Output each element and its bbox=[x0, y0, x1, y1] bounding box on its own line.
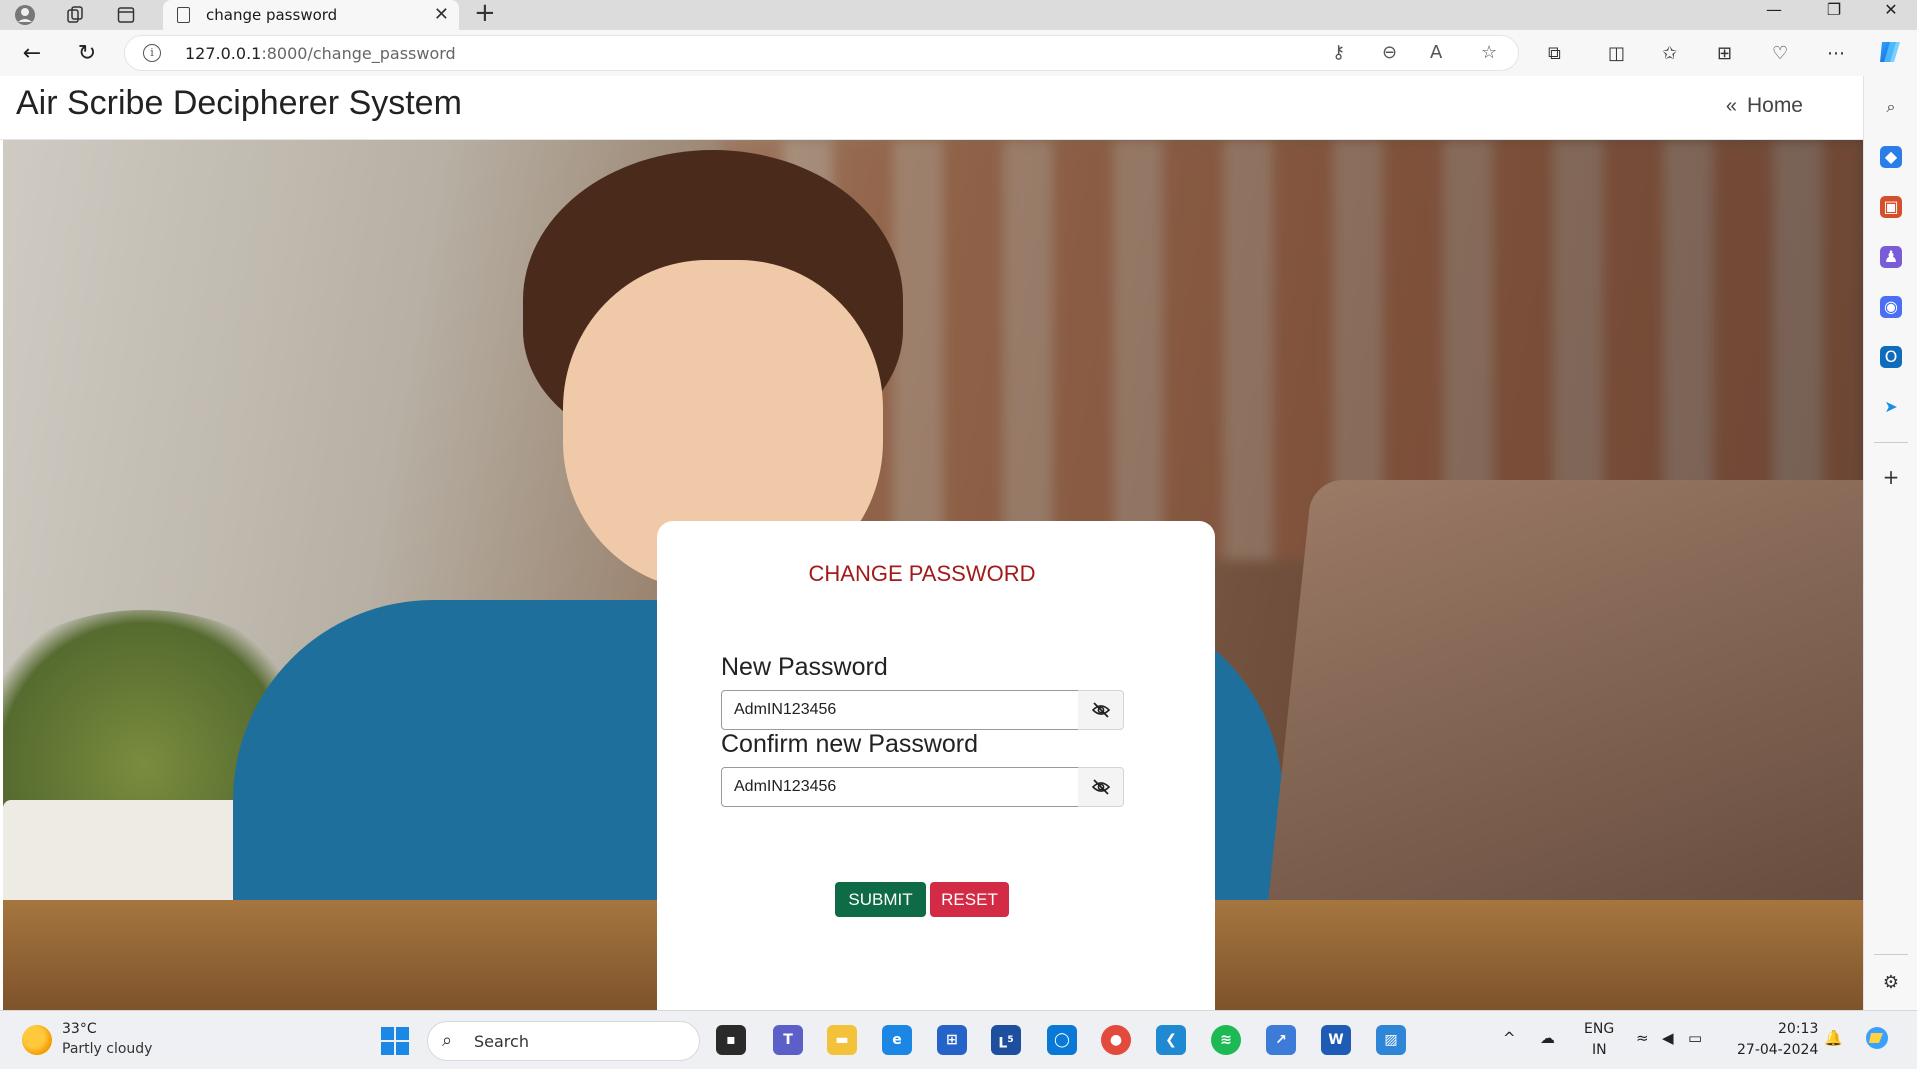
weather-temperature[interactable]: 33°C bbox=[62, 1021, 97, 1037]
copilot-icon[interactable] bbox=[1876, 38, 1904, 71]
zoom-icon[interactable]: ⊖ bbox=[1382, 42, 1397, 63]
more-menu-icon[interactable]: ⋯ bbox=[1827, 43, 1845, 64]
background-photo: CHANGE PASSWORD New Password Confirm new… bbox=[3, 140, 1863, 1010]
double-chevron-left-icon: « bbox=[1725, 95, 1737, 117]
search-icon: ⌕ bbox=[442, 1030, 453, 1051]
linkedin-app-icon[interactable]: L5 bbox=[991, 1025, 1021, 1055]
sidebar-settings-gear-icon[interactable]: ⚙ bbox=[1880, 972, 1902, 994]
show-hidden-icons-chevron[interactable]: ^ bbox=[1503, 1029, 1516, 1047]
power-automate-icon[interactable]: ↗ bbox=[1266, 1025, 1296, 1055]
chrome-icon[interactable]: ● bbox=[1101, 1025, 1131, 1055]
edge-browser-icon[interactable]: e bbox=[882, 1025, 912, 1055]
weather-description[interactable]: Partly cloudy bbox=[62, 1041, 152, 1057]
favorite-star-icon[interactable]: ☆ bbox=[1481, 42, 1497, 63]
eye-slash-icon bbox=[1091, 702, 1110, 718]
split-screen-icon[interactable]: ◫ bbox=[1608, 43, 1625, 64]
sidebar-divider bbox=[1874, 442, 1908, 443]
web-page: Air Scribe Decipherer System « Home CHANG… bbox=[0, 76, 1863, 1010]
outlook-icon[interactable]: O bbox=[1880, 346, 1902, 368]
restore-button[interactable]: ❐ bbox=[1809, 0, 1859, 24]
wifi-icon[interactable]: ≈ bbox=[1636, 1029, 1649, 1047]
close-window-button[interactable]: ✕ bbox=[1866, 0, 1916, 24]
collections-icon[interactable]: ⊞ bbox=[1717, 43, 1732, 64]
confirm-password-label: Confirm new Password bbox=[721, 730, 979, 758]
minimize-button[interactable]: — bbox=[1749, 0, 1799, 24]
workspaces-icon[interactable] bbox=[62, 2, 88, 28]
password-key-icon[interactable]: ⚷ bbox=[1332, 42, 1345, 63]
browser-sidebar: ⌕ ◆ ▣ ♟ ◉ O ➤ + ⚙ bbox=[1863, 76, 1917, 1010]
home-label: Home bbox=[1746, 94, 1803, 117]
battery-icon[interactable]: ▭ bbox=[1688, 1029, 1702, 1047]
eye-slash-icon bbox=[1091, 779, 1110, 795]
notification-bell-icon[interactable]: 🔔 bbox=[1824, 1029, 1843, 1047]
sidebar-divider bbox=[1874, 954, 1908, 955]
address-bar[interactable]: i 127.0.0.1:8000/change_password ⚷ ⊖ A ☆ bbox=[124, 35, 1519, 71]
tools-briefcase-icon[interactable]: ▣ bbox=[1880, 196, 1902, 218]
games-icon[interactable]: ♟ bbox=[1880, 246, 1902, 268]
site-brand[interactable]: Air Scribe Decipherer System bbox=[16, 84, 462, 123]
onedrive-icon[interactable]: ☁ bbox=[1540, 1029, 1555, 1047]
change-password-card: CHANGE PASSWORD New Password Confirm new… bbox=[657, 521, 1215, 1010]
camera-app-icon[interactable]: ◯ bbox=[1047, 1025, 1077, 1055]
windows-start-icon[interactable] bbox=[381, 1027, 409, 1055]
search-icon[interactable]: ⌕ bbox=[1880, 96, 1902, 118]
new-password-label: New Password bbox=[721, 653, 888, 681]
language-region[interactable]: IN bbox=[1592, 1042, 1607, 1058]
add-sidebar-app-icon[interactable]: + bbox=[1880, 466, 1902, 488]
taskbar-search[interactable]: ⌕ Search bbox=[427, 1021, 700, 1061]
browser-essentials-icon[interactable]: ♡ bbox=[1772, 43, 1788, 64]
tab-title: change password bbox=[206, 6, 338, 24]
toggle-new-password-visibility[interactable] bbox=[1078, 690, 1124, 730]
copilot-preview-icon[interactable] bbox=[1864, 1025, 1890, 1055]
microsoft-store-icon[interactable]: ⊞ bbox=[937, 1025, 967, 1055]
favorites-icon[interactable]: ✩ bbox=[1662, 43, 1677, 64]
clock-time[interactable]: 20:13 bbox=[1778, 1021, 1818, 1037]
drop-send-icon[interactable]: ➤ bbox=[1880, 396, 1902, 418]
word-icon[interactable]: W bbox=[1321, 1025, 1351, 1055]
language-code[interactable]: ENG bbox=[1584, 1021, 1614, 1037]
read-aloud-icon[interactable]: A bbox=[1430, 42, 1442, 63]
clock-date[interactable]: 27-04-2024 bbox=[1737, 1042, 1818, 1058]
volume-icon[interactable]: ◀ bbox=[1662, 1029, 1674, 1047]
teams-icon[interactable]: T bbox=[773, 1025, 803, 1055]
submit-button[interactable]: SUBMIT bbox=[835, 882, 926, 917]
close-tab-icon[interactable]: ✕ bbox=[434, 4, 449, 25]
tab-change-password[interactable]: change password ✕ bbox=[163, 0, 459, 30]
back-button[interactable]: ← bbox=[16, 37, 48, 69]
refresh-button[interactable]: ↻ bbox=[71, 37, 103, 69]
tab-actions-icon[interactable] bbox=[113, 2, 139, 28]
new-password-input[interactable] bbox=[721, 690, 1079, 730]
extensions-icon[interactable]: ⧉ bbox=[1548, 43, 1561, 64]
shopping-tag-icon[interactable]: ◆ bbox=[1880, 146, 1902, 168]
form-title: CHANGE PASSWORD bbox=[808, 561, 1036, 586]
toggle-confirm-password-visibility[interactable] bbox=[1078, 767, 1124, 807]
reset-button[interactable]: RESET bbox=[930, 882, 1009, 917]
file-explorer-icon[interactable]: ▬ bbox=[827, 1025, 857, 1055]
site-navbar: Air Scribe Decipherer System « Home bbox=[0, 76, 1863, 140]
search-placeholder: Search bbox=[474, 1032, 529, 1051]
site-info-icon[interactable]: i bbox=[143, 44, 161, 62]
browser-toolbar: ← ↻ i 127.0.0.1:8000/change_password ⚷ ⊖… bbox=[0, 30, 1917, 76]
new-tab-button[interactable]: + bbox=[474, 0, 496, 26]
notification-badge: 5 bbox=[1007, 1035, 1014, 1045]
url-text[interactable]: 127.0.0.1:8000/change_password bbox=[185, 44, 456, 63]
confirm-password-input[interactable] bbox=[721, 767, 1079, 807]
profile-icon[interactable] bbox=[12, 2, 38, 28]
vscode-icon[interactable]: ❮ bbox=[1156, 1025, 1186, 1055]
browser-tab-strip: change password ✕ + — ❐ ✕ bbox=[0, 0, 1917, 30]
page-icon bbox=[177, 7, 190, 23]
windows-taskbar: 33°C Partly cloudy ⌕ Search ▪ T ▬ e ⊞ L5… bbox=[0, 1010, 1917, 1069]
spotify-icon[interactable]: ≋ bbox=[1211, 1025, 1241, 1055]
photos-icon[interactable]: ▨ bbox=[1376, 1025, 1406, 1055]
weather-partly-cloudy-icon[interactable] bbox=[22, 1025, 52, 1055]
task-view-icon[interactable]: ▪ bbox=[716, 1025, 746, 1055]
home-link[interactable]: « Home bbox=[1726, 94, 1803, 118]
microsoft-365-icon[interactable]: ◉ bbox=[1880, 296, 1902, 318]
